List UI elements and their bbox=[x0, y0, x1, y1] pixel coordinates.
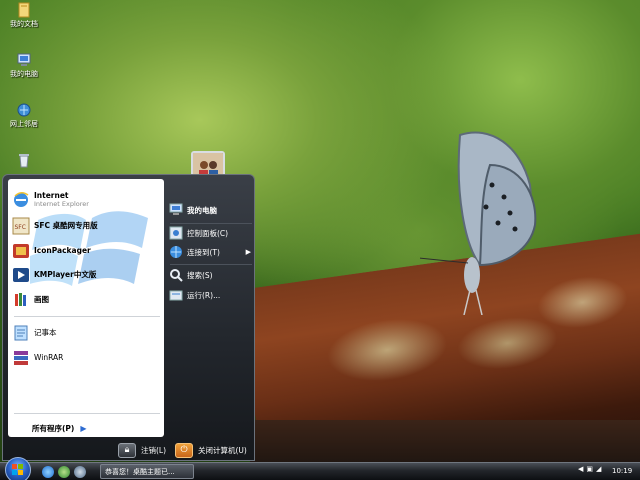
connect-to-icon bbox=[170, 246, 182, 258]
all-programs-label: 所有程序(P) bbox=[32, 424, 75, 433]
start-item-winrar[interactable]: WinRAR bbox=[12, 347, 162, 369]
start-item-label: WinRAR bbox=[34, 353, 64, 362]
paint-icon bbox=[15, 293, 26, 306]
quicklaunch-ie-icon[interactable] bbox=[42, 466, 54, 478]
shutdown-label: 关闭计算机(U) bbox=[198, 445, 247, 455]
start-item-label: 画图 bbox=[34, 295, 49, 304]
taskbar: 恭喜您！桌酷主题已... ◀ ▣ ◢ 10:19 bbox=[0, 457, 640, 480]
control-panel-icon bbox=[169, 226, 183, 240]
rail-shadow-decoration bbox=[250, 420, 640, 462]
recycle-bin-icon bbox=[19, 154, 29, 168]
start-menu-footer: 🔒︎ 注销(L) ⏻︎ 关闭计算机(U) bbox=[3, 439, 254, 461]
start-item-label: KMPlayer中文版 bbox=[34, 270, 97, 279]
desktop-icon-recycle-bin[interactable] bbox=[0, 152, 48, 170]
start-right-control-panel[interactable]: 控制面板(C) bbox=[169, 224, 255, 242]
start-item-iconpackager[interactable]: IconPackager bbox=[12, 240, 162, 262]
start-item-sublabel: Internet Explorer bbox=[34, 200, 89, 208]
desktop-icon-my-computer[interactable]: 我的电脑 bbox=[0, 52, 48, 79]
start-item-label: IconPackager bbox=[34, 246, 91, 255]
start-right-connect-to[interactable]: 连接到(T) ▶ bbox=[169, 243, 255, 261]
desktop-icon-label: 网上邻居 bbox=[10, 120, 38, 128]
desktop-icon-network[interactable]: 网上邻居 bbox=[0, 102, 48, 129]
folder-icon bbox=[18, 2, 30, 18]
start-item-paint[interactable]: 画图 bbox=[12, 289, 162, 311]
start-item-kmplayer[interactable]: KMPlayer中文版 bbox=[12, 264, 162, 286]
search-icon bbox=[170, 269, 183, 282]
start-right-label: 运行(R)... bbox=[187, 290, 221, 300]
desktop-icon-my-documents[interactable]: 我的文档 bbox=[0, 2, 48, 29]
windows-flag-icon bbox=[12, 464, 23, 475]
start-menu-programs-pane: Internet Internet Explorer SFC SFC 桌酷网专用… bbox=[8, 179, 164, 437]
start-item-label: SFC 桌酷网专用版 bbox=[34, 221, 98, 230]
network-tray-icon[interactable]: ▣ bbox=[586, 465, 593, 473]
volume-icon[interactable]: ◢ bbox=[596, 465, 601, 473]
my-computer-icon bbox=[169, 203, 183, 215]
start-menu-separator bbox=[14, 413, 160, 414]
winrar-icon bbox=[14, 351, 28, 365]
start-right-label: 我的电脑 bbox=[187, 205, 217, 215]
start-right-my-computer[interactable]: 我的电脑 bbox=[169, 201, 255, 219]
start-item-internet[interactable]: Internet Internet Explorer bbox=[12, 189, 162, 211]
desktop-icon-label: 我的电脑 bbox=[10, 70, 38, 78]
start-item-sfc[interactable]: SFC SFC 桌酷网专用版 bbox=[12, 215, 162, 237]
chevron-right-icon: ▶ bbox=[245, 248, 251, 256]
network-icon bbox=[17, 103, 31, 117]
shutdown-button[interactable]: ⏻︎ 关闭计算机(U) bbox=[175, 442, 247, 458]
places-separator bbox=[170, 264, 252, 265]
desktop-icon-label: 我的文档 bbox=[10, 20, 38, 28]
internet-explorer-icon bbox=[14, 192, 29, 207]
quicklaunch-media-icon[interactable] bbox=[58, 466, 70, 478]
logoff-button[interactable]: 🔒︎ 注销(L) bbox=[118, 442, 166, 458]
clock[interactable]: 10:19 bbox=[612, 467, 632, 475]
kmplayer-icon bbox=[13, 268, 29, 282]
notepad-icon bbox=[14, 325, 28, 341]
start-item-label: 记事本 bbox=[34, 328, 57, 337]
logoff-label: 注销(L) bbox=[141, 445, 167, 455]
all-programs-button[interactable]: 所有程序(P) ▶ bbox=[32, 423, 87, 434]
quicklaunch-desktop-icon[interactable] bbox=[74, 466, 86, 478]
iconpackager-icon bbox=[13, 244, 29, 258]
start-menu: Internet Internet Explorer SFC SFC 桌酷网专用… bbox=[2, 174, 255, 461]
power-icon: ⏻︎ bbox=[175, 442, 193, 458]
butterfly-image bbox=[420, 131, 537, 315]
start-right-search[interactable]: 搜索(S) bbox=[169, 266, 255, 284]
start-right-label: 控制面板(C) bbox=[187, 228, 229, 238]
sfc-icon: SFC bbox=[12, 217, 30, 235]
lock-icon: 🔒︎ bbox=[118, 442, 136, 458]
taskbar-window-button[interactable]: 恭喜您！桌酷主题已... bbox=[100, 464, 194, 479]
start-item-label: Internet bbox=[34, 191, 69, 200]
task-label: 恭喜您！桌酷主题已... bbox=[105, 467, 175, 476]
system-tray: ◀ ▣ ◢ bbox=[578, 465, 601, 473]
start-button[interactable] bbox=[5, 457, 31, 480]
arrow-right-icon: ▶ bbox=[80, 424, 87, 433]
start-menu-separator bbox=[14, 316, 160, 317]
start-right-run[interactable]: 运行(R)... bbox=[169, 286, 255, 304]
computer-icon bbox=[17, 53, 31, 66]
chevron-left-icon[interactable]: ◀ bbox=[578, 465, 583, 473]
svg-text:SFC: SFC bbox=[15, 224, 26, 231]
start-right-label: 搜索(S) bbox=[187, 270, 213, 280]
start-item-notepad[interactable]: 记事本 bbox=[12, 322, 162, 344]
start-right-label: 连接到(T) bbox=[187, 247, 220, 257]
run-icon bbox=[169, 290, 183, 301]
